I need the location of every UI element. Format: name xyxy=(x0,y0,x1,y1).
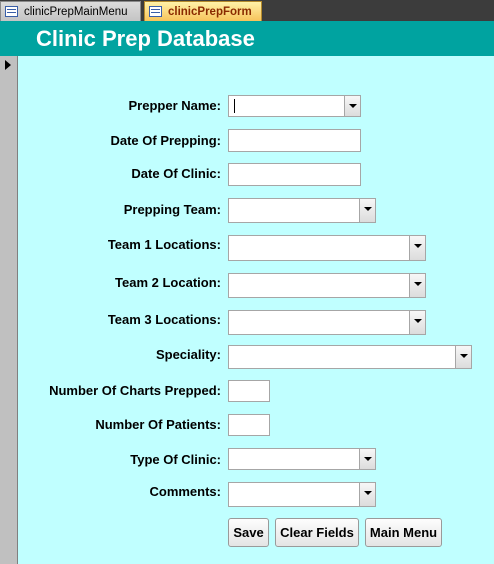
prepping-team-combo[interactable] xyxy=(228,198,376,223)
charts-prepped-label: Number Of Charts Prepped: xyxy=(49,383,221,398)
clear-fields-button[interactable]: Clear Fields xyxy=(275,518,359,547)
dropdown-arrow-icon[interactable] xyxy=(359,449,375,469)
tab-label: clinicPrepMainMenu xyxy=(24,5,128,18)
dropdown-arrow-icon[interactable] xyxy=(359,199,375,222)
speciality-combo[interactable] xyxy=(228,345,472,369)
comments-combo[interactable] xyxy=(228,482,376,507)
type-of-clinic-combo[interactable] xyxy=(228,448,376,470)
tab-clinic-prep-main-menu[interactable]: clinicPrepMainMenu xyxy=(0,1,141,21)
main-menu-button[interactable]: Main Menu xyxy=(365,518,442,547)
dropdown-arrow-icon[interactable] xyxy=(359,483,375,506)
dropdown-arrow-icon[interactable] xyxy=(409,236,425,260)
team3-locations-label: Team 3 Locations: xyxy=(107,312,221,327)
team1-locations-label: Team 1 Locations: xyxy=(107,237,221,252)
tab-clinic-prep-form[interactable]: clinicPrepForm xyxy=(144,1,262,21)
form-title: Clinic Prep Database xyxy=(36,26,255,51)
header-left-strip xyxy=(0,21,18,56)
form-tab-icon xyxy=(149,6,162,17)
text-cursor xyxy=(234,99,235,113)
prepper-name-label: Prepper Name: xyxy=(128,98,221,113)
type-of-clinic-label: Type Of Clinic: xyxy=(130,452,221,467)
form-tab-icon xyxy=(5,6,18,17)
team2-location-label: Team 2 Location: xyxy=(115,275,221,290)
prepping-team-label: Prepping Team: xyxy=(123,202,221,217)
team1-locations-combo[interactable] xyxy=(228,235,426,261)
save-button[interactable]: Save xyxy=(228,518,269,547)
date-of-prepping-field[interactable] xyxy=(228,129,361,152)
team3-locations-combo[interactable] xyxy=(228,310,426,335)
dropdown-arrow-icon[interactable] xyxy=(344,96,360,116)
num-patients-label: Number Of Patients: xyxy=(95,417,221,432)
date-of-clinic-field[interactable] xyxy=(228,163,361,186)
prepper-name-combo[interactable] xyxy=(228,95,361,117)
form-header: Clinic Prep Database xyxy=(18,21,494,56)
num-patients-field[interactable] xyxy=(228,414,270,436)
date-of-prepping-label: Date Of Prepping: xyxy=(110,133,221,148)
date-of-clinic-label: Date Of Clinic: xyxy=(131,166,221,181)
charts-prepped-field[interactable] xyxy=(228,380,270,402)
dropdown-arrow-icon[interactable] xyxy=(455,346,471,368)
speciality-label: Speciality: xyxy=(155,347,221,362)
tab-label: clinicPrepForm xyxy=(168,5,252,18)
dropdown-arrow-icon[interactable] xyxy=(409,274,425,297)
dropdown-arrow-icon[interactable] xyxy=(409,311,425,334)
comments-label: Comments: xyxy=(149,484,221,499)
record-selector[interactable] xyxy=(0,56,18,564)
record-selector-arrow-icon xyxy=(5,60,11,70)
team2-location-combo[interactable] xyxy=(228,273,426,298)
document-tab-bar: clinicPrepMainMenu clinicPrepForm xyxy=(0,0,494,21)
